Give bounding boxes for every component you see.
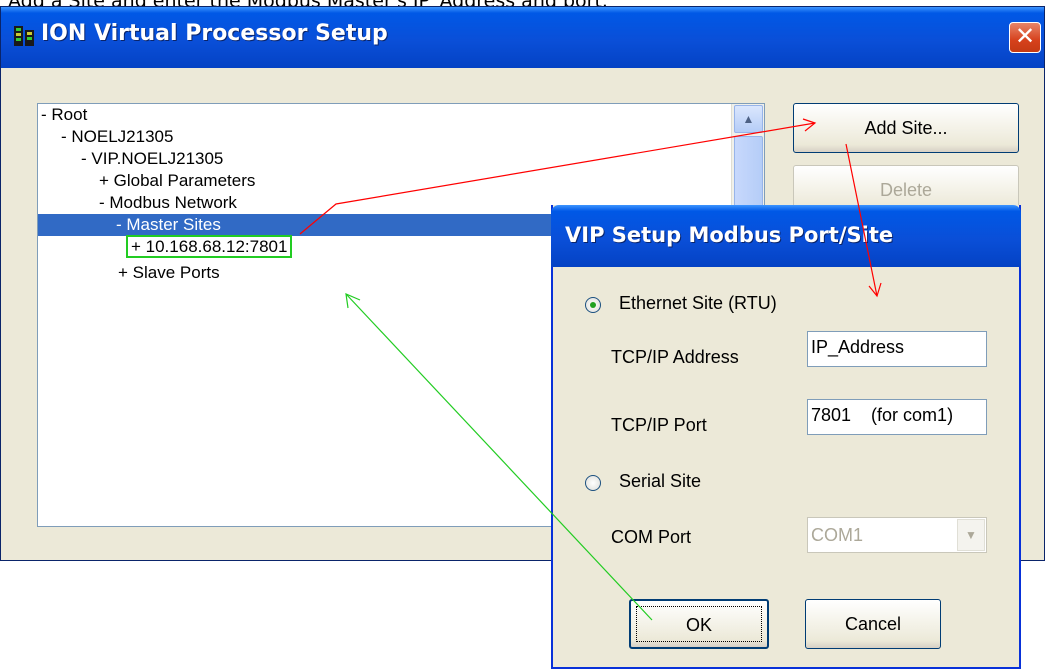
dropdown-arrow-icon[interactable]: ▼ <box>957 519 985 551</box>
serial-site-radio[interactable] <box>585 475 601 491</box>
dialog-title: VIP Setup Modbus Port/Site <box>565 223 894 247</box>
scroll-up-icon[interactable]: ▲ <box>734 105 763 133</box>
tree-item-vip[interactable]: - VIP.NOELJ21305 <box>81 148 223 170</box>
dialog-title-bar[interactable]: VIP Setup Modbus Port/Site <box>551 205 1021 267</box>
serial-site-label: Serial Site <box>619 471 702 491</box>
ethernet-site-radio[interactable] <box>585 297 601 313</box>
tree-item-master-site-ip[interactable]: + 10.168.68.12:7801 <box>126 235 293 258</box>
com-port-value: COM1 <box>811 525 864 545</box>
ok-focus-ring <box>636 606 762 642</box>
tree-item-master-sites-label: - Master Sites <box>116 215 221 234</box>
close-icon[interactable]: ✕ <box>1009 22 1041 53</box>
tcp-ip-port-field[interactable]: 7801 (for com1) <box>807 399 987 435</box>
tree-item-noelj21305[interactable]: - NOELJ21305 <box>61 126 173 148</box>
com-port-select[interactable]: COM1 ▼ <box>807 517 987 553</box>
cancel-button[interactable]: Cancel <box>805 599 941 649</box>
tcp-ip-address-field[interactable]: IP_Address <box>807 331 987 367</box>
com-port-label: COM Port <box>611 527 692 547</box>
tree-item-global-parameters[interactable]: + Global Parameters <box>99 170 255 192</box>
tree-item-modbus-network[interactable]: - Modbus Network <box>99 192 237 214</box>
ethernet-site-label: Ethernet Site (RTU) <box>619 293 777 313</box>
tcp-ip-port-label: TCP/IP Port <box>611 415 707 435</box>
ok-button[interactable]: OK <box>629 599 769 649</box>
window-app-icon <box>14 26 34 46</box>
tree-item-master-site-ip-label: + 10.168.68.12:7801 <box>126 235 293 258</box>
tree-item-slave-ports[interactable]: + Slave Ports <box>118 262 220 284</box>
main-window-title: ION Virtual Processor Setup <box>41 21 388 46</box>
tcp-ip-address-label: TCP/IP Address <box>611 347 739 367</box>
modbus-site-dialog: VIP Setup Modbus Port/Site Ethernet Site… <box>551 205 1021 669</box>
tree-item-root[interactable]: - Root <box>41 104 87 126</box>
add-site-button[interactable]: Add Site... <box>793 103 1019 153</box>
main-title-bar[interactable]: ION Virtual Processor Setup ✕ <box>1 7 1044 68</box>
